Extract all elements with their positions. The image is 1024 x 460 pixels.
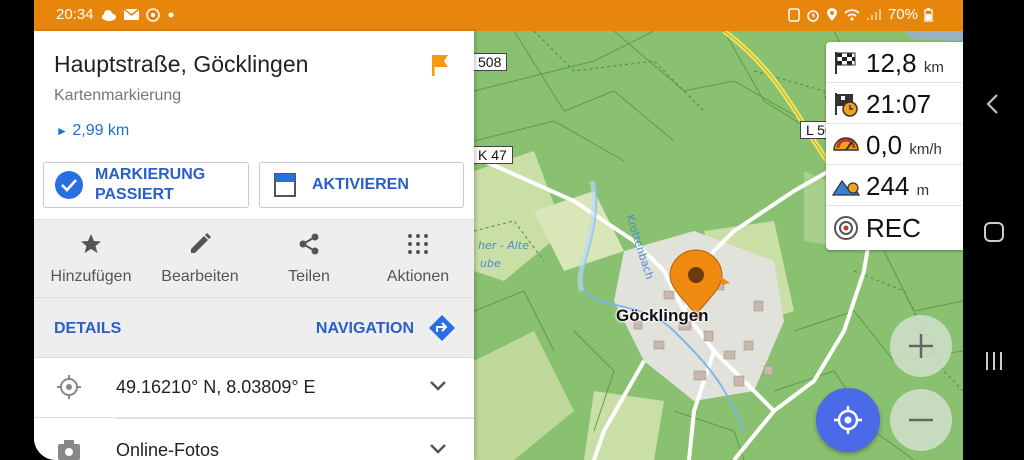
row-divider <box>116 418 474 419</box>
marker-passed-button[interactable]: MARKIERUNG PASSIERT <box>43 162 249 208</box>
activate-button[interactable]: AKTIVIEREN <box>259 162 464 208</box>
activate-label: AKTIVIEREN <box>312 176 409 193</box>
navigation-diamond-icon[interactable] <box>428 314 456 342</box>
phone-screen: 20:34 70% Krottenbach her - Alte ube L 5… <box>0 0 1024 460</box>
altitude-icon <box>832 179 860 196</box>
coordinates-text: 49.16210° N, 8.03809° E <box>116 377 316 397</box>
star-icon <box>81 234 101 253</box>
minus-icon <box>909 418 933 422</box>
location-icon <box>826 7 837 21</box>
marker-passed-label-2: PASSIERT <box>95 186 174 203</box>
action-bar: Hinzufügen Bearbeiten Teilen Aktionen <box>34 219 474 297</box>
camera-icon <box>58 440 80 460</box>
online-photos-text: Online-Fotos <box>116 440 220 460</box>
my-location-button[interactable] <box>816 388 880 452</box>
zoom-out-button[interactable] <box>890 389 952 451</box>
battery-icon <box>924 7 933 22</box>
altitude-value: 244 <box>866 171 910 201</box>
plus-icon <box>909 334 933 358</box>
check-circle-icon <box>55 171 83 199</box>
mail-icon <box>123 9 139 20</box>
app-notification-icon <box>145 7 160 22</box>
record-icon <box>834 216 858 240</box>
more-actions-label: Aktionen <box>386 268 450 285</box>
signal-icon <box>866 9 881 20</box>
system-navigation-bar <box>963 0 1024 460</box>
marker-context-panel: Hauptstraße, Göcklingen Kartenmarkierung… <box>34 31 474 460</box>
details-button[interactable]: DETAILS <box>54 320 121 338</box>
distance-widget[interactable]: 12,8 km <box>826 42 963 83</box>
marker-distance: ► 2,99 km <box>56 122 129 140</box>
flag-icon[interactable] <box>430 53 450 77</box>
record-widget[interactable]: REC <box>826 206 963 250</box>
record-value: REC <box>866 213 921 243</box>
stream-label-2: her - Alte <box>478 239 529 252</box>
direction-arrow-icon: ► <box>56 124 68 138</box>
road-label-k47: K 47 <box>474 146 513 164</box>
battery-percent: 70% <box>887 6 918 23</box>
marker-title: Hauptstraße, Göcklingen <box>54 51 309 77</box>
arrival-time-widget[interactable]: 21:07 <box>826 83 963 124</box>
coordinates-row[interactable]: 49.16210° N, 8.03809° E <box>34 358 474 418</box>
sim-icon <box>788 7 800 22</box>
stream-label-3: ube <box>480 257 501 270</box>
share-action[interactable]: Teilen <box>254 220 364 298</box>
alarm-icon <box>807 9 819 22</box>
edit-label: Bearbeiten <box>161 268 239 285</box>
my-location-icon <box>834 406 862 434</box>
altitude-widget[interactable]: 244 m <box>826 165 963 206</box>
wifi-icon <box>844 9 860 21</box>
crosshair-icon <box>57 375 81 399</box>
share-label: Teilen <box>288 268 330 285</box>
home-icon[interactable] <box>983 221 1005 243</box>
pencil-icon <box>191 233 211 253</box>
add-favorite-action[interactable]: Hinzufügen <box>36 220 146 298</box>
info-widgets: 12,8 km 21:07 0,0 km/h 244 m REC <box>826 42 963 250</box>
navigation-button[interactable]: NAVIGATION <box>316 320 414 338</box>
marker-passed-label-1: MARKIERUNG <box>95 166 206 183</box>
marker-activate-icon <box>274 173 296 197</box>
finish-flag-icon <box>835 52 856 74</box>
status-bar: 20:34 70% <box>34 0 963 31</box>
details-navigation-row: DETAILS NAVIGATION <box>34 297 474 357</box>
arrival-time-icon <box>835 93 858 117</box>
app-screen: 20:34 70% Krottenbach her - Alte ube L 5… <box>34 0 963 460</box>
recent-apps-icon[interactable] <box>983 350 1005 372</box>
online-photos-row[interactable]: Online-Fotos <box>34 421 474 460</box>
road-label-508: 508 <box>474 53 508 71</box>
arrival-time-value: 21:07 <box>866 89 932 119</box>
dot-icon <box>168 12 174 17</box>
edit-action[interactable]: Bearbeiten <box>145 220 255 298</box>
add-favorite-label: Hinzufügen <box>50 268 132 285</box>
altitude-unit: m <box>916 182 930 199</box>
cloud-icon <box>101 9 116 21</box>
speed-widget[interactable]: 0,0 km/h <box>826 124 963 165</box>
grid-icon <box>408 234 428 254</box>
zoom-in-button[interactable] <box>890 315 952 377</box>
speed-unit: km/h <box>909 141 942 158</box>
back-icon[interactable] <box>985 93 1001 115</box>
status-time: 20:34 <box>56 6 94 23</box>
speedometer-icon <box>833 137 859 151</box>
marker-subtitle: Kartenmarkierung <box>54 87 182 104</box>
more-actions-action[interactable]: Aktionen <box>363 220 473 298</box>
chevron-down-icon[interactable] <box>428 378 448 394</box>
panel-header: Hauptstraße, Göcklingen Kartenmarkierung… <box>34 31 474 219</box>
distance-widget-value: 12,8 <box>866 48 917 78</box>
distance-value: 2,99 km <box>72 122 130 139</box>
chevron-down-icon[interactable] <box>428 441 448 457</box>
distance-widget-unit: km <box>923 59 944 76</box>
map-place-label: Göcklingen <box>616 306 709 325</box>
share-icon <box>299 233 319 255</box>
speed-value: 0,0 <box>866 130 903 160</box>
